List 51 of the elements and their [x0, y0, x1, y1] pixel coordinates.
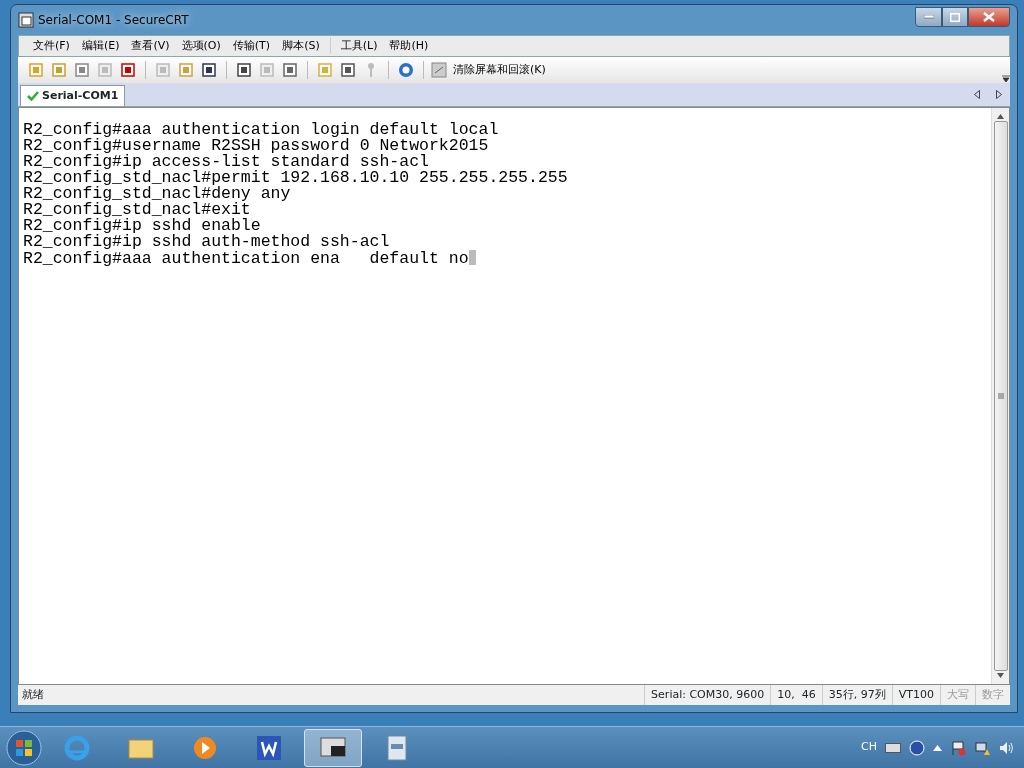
close-button[interactable] [968, 7, 1010, 27]
menu-item[interactable]: 工具(L) [334, 37, 384, 55]
scroll-down-icon[interactable] [997, 673, 1004, 678]
menu-item[interactable]: 编辑(E) [75, 37, 126, 55]
terminal-line: R2_config#ip sshd auth-method ssh-acl [23, 234, 390, 250]
menu-item[interactable]: 查看(V) [125, 37, 176, 55]
status-pane: 35行, 97列 [821, 685, 892, 705]
menu-item[interactable]: 脚本(S) [276, 37, 326, 55]
clear-screen-button[interactable]: 清除屏幕和回滚(K) [431, 60, 546, 80]
network-icon[interactable] [974, 739, 990, 756]
status-pane: VT100 [891, 685, 940, 705]
text-cursor [468, 250, 476, 265]
terminal-line: R2_config#aaa authentication login default local [23, 122, 499, 138]
window-title: Serial-COM1 - SecureCRT [38, 12, 189, 29]
taskbar-app[interactable] [304, 728, 362, 767]
scrollbar[interactable] [991, 108, 1009, 684]
toolbar-overflow-icon[interactable] [1002, 75, 1010, 83]
show-hidden-icon[interactable] [933, 744, 942, 751]
terminal-line: R2_config#ip sshd enable [23, 218, 261, 234]
minimize-icon [923, 15, 934, 19]
window-icon [18, 12, 34, 28]
language-indicator[interactable]: CH [861, 739, 877, 756]
menu-item[interactable]: 传输(T) [226, 37, 277, 55]
minimize-button[interactable] [915, 7, 942, 27]
document-app-icon [255, 733, 283, 762]
terminal-line: R2_config#username R2SSH password 0 Network2015 [23, 138, 489, 154]
status-pane: 数字 [975, 685, 1010, 705]
terminal-line: R2_config_std_nacl#exit [23, 202, 251, 218]
terminal-line: R2_config#ip access-list standard ssh-acl [23, 154, 429, 170]
status-pane: Serial: COM30, 9600 [644, 685, 771, 705]
terminal-line: R2_config_std_nacl#permit 192.168.10.10 255.255.255.255 [23, 170, 568, 186]
status-pane: 大写 [940, 685, 975, 705]
menu-item[interactable]: 选项(O) [175, 37, 227, 55]
maximize-icon [950, 12, 960, 22]
status-pane: 10, 46 [770, 685, 822, 705]
check-icon [27, 91, 39, 101]
status-message: 就绪 [21, 686, 44, 703]
flag-icon[interactable] [950, 739, 966, 756]
start-button[interactable] [6, 729, 42, 766]
menu-item[interactable]: 文件(F) [27, 37, 76, 55]
session-tab[interactable]: Serial-COM1 [20, 85, 126, 106]
menu-item[interactable]: 帮助(H) [383, 37, 435, 55]
tab-left-icon[interactable] [974, 90, 980, 99]
keyboard-icon[interactable] [885, 742, 901, 753]
close-icon [983, 12, 995, 22]
terminal-line: R2_config_std_nacl#deny any [23, 186, 291, 202]
scroll-up-icon[interactable] [997, 114, 1004, 119]
tab-right-icon[interactable] [996, 90, 1002, 99]
browser-icon [63, 733, 91, 762]
maximize-button[interactable] [942, 7, 968, 27]
terminal-line: R2_config#aaa authentication ena default no [23, 250, 476, 267]
